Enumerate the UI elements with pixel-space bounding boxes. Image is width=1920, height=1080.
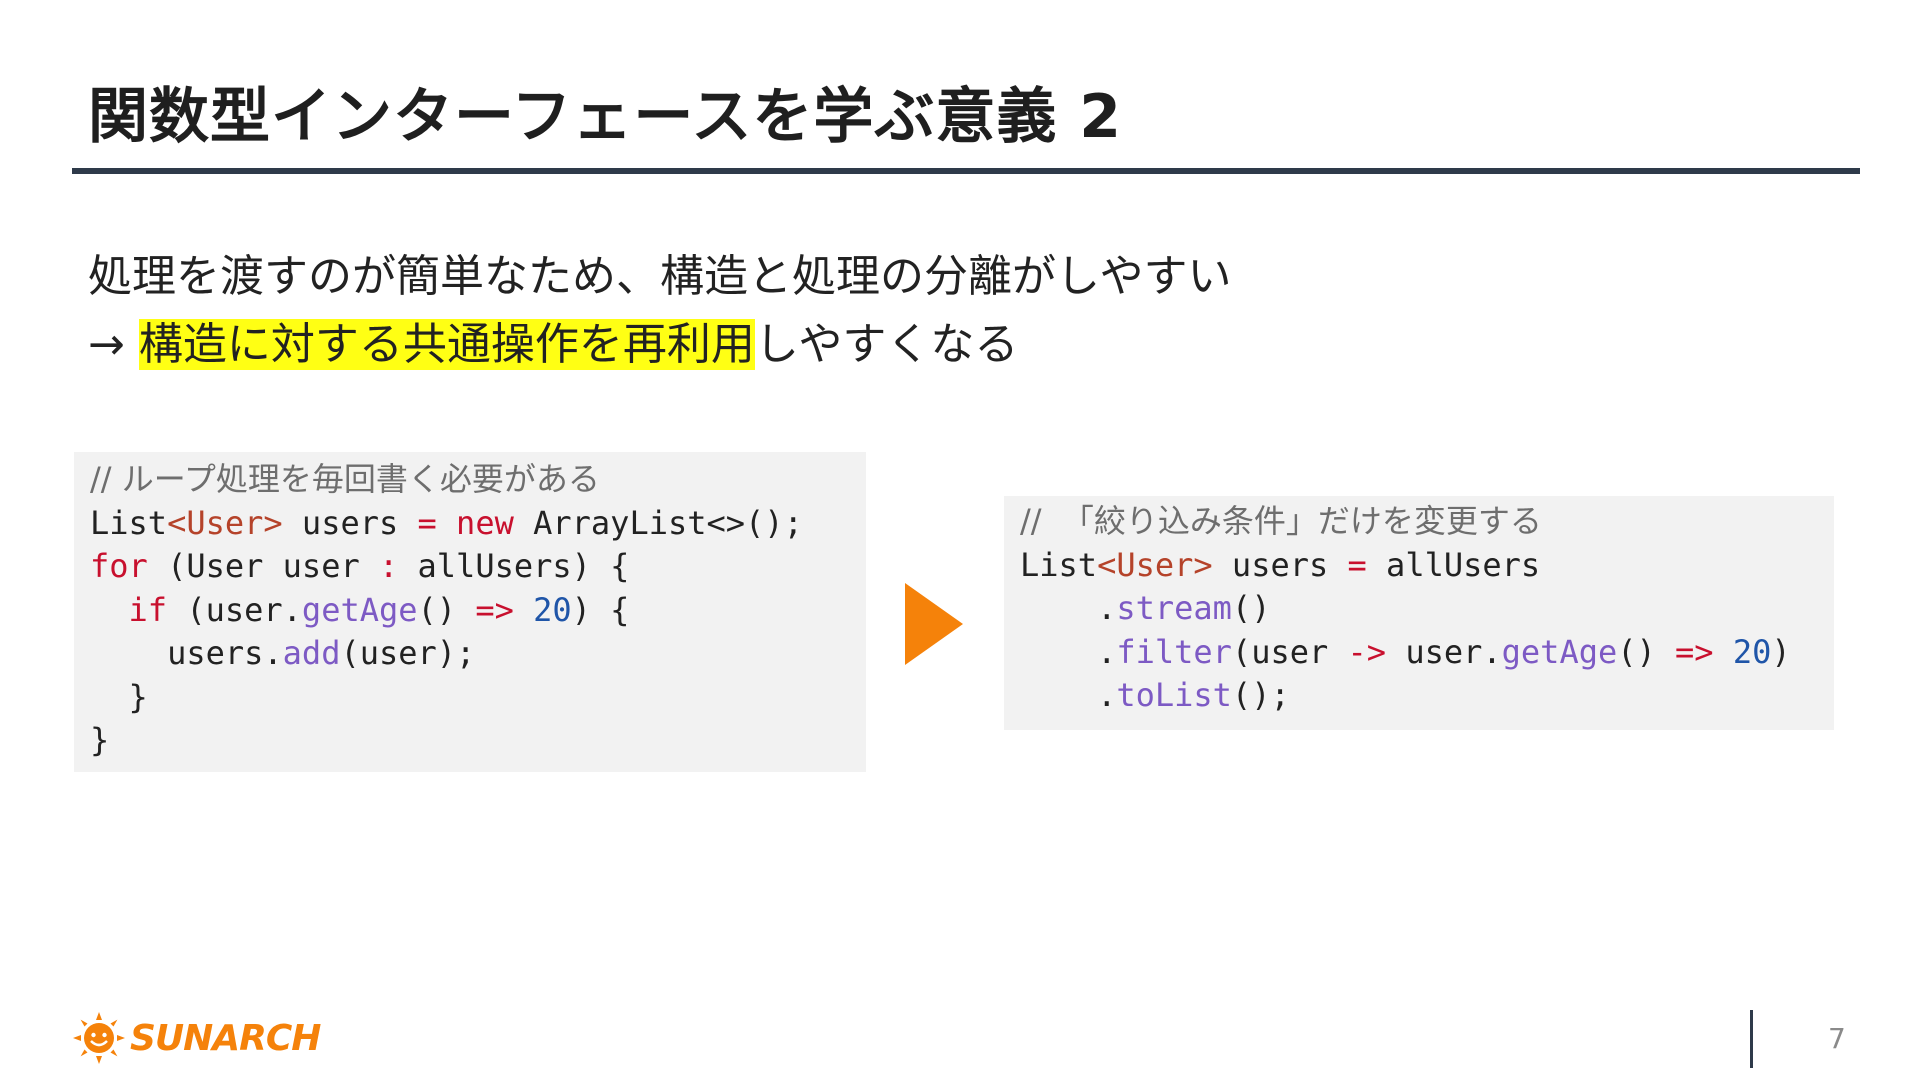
code-token: => [475, 590, 514, 629]
code-token: ArrayList<>(); [513, 503, 803, 542]
code-token: for [90, 547, 148, 585]
code-block-loop: // ループ処理を毎回書く必要がある List<User> users = ne… [74, 452, 866, 772]
code-token: () [417, 590, 476, 629]
code-token: <User> [1097, 545, 1213, 584]
code-line: List<User> users = new ArrayList<>(); [90, 502, 866, 546]
code-line: } [90, 677, 148, 716]
code-token: () [1617, 632, 1676, 671]
code-token: user. [1386, 632, 1502, 671]
lead-line-1: 処理を渡すのが簡単なため、構造と処理の分離がしやすい [88, 251, 1232, 302]
code-line: if (user.getAge() => 20) { [90, 589, 866, 633]
code-token: (user [1231, 632, 1348, 671]
code-token: -> [1347, 632, 1387, 671]
code-comment: // ループ処理を毎回書く必要がある [90, 460, 600, 498]
code-token: . [1020, 589, 1117, 627]
code-token: . [1020, 632, 1117, 671]
lead-highlight: 構造に対する共通操作を再利用 [138, 319, 755, 370]
code-token: 20 [533, 590, 572, 629]
code-token: allUsers) { [398, 547, 630, 585]
code-token: getAge [301, 590, 418, 629]
code-token: new [456, 503, 514, 542]
lead-arrow-prefix: → [88, 319, 139, 370]
code-token: <User> [167, 503, 283, 542]
code-comment: // 「絞り込み条件」だけを変更する [1020, 502, 1542, 540]
logo-wordmark: SUNARCH [130, 1017, 321, 1059]
code-line: for (User user : allUsers) { [90, 545, 866, 589]
code-token: getAge [1501, 632, 1618, 671]
code-line: users.add(user); [90, 632, 866, 676]
code-token: stream [1116, 589, 1232, 627]
sun-icon [73, 1012, 125, 1064]
lead-suffix: しやすくなる [754, 319, 1019, 370]
code-token: (user); [340, 634, 476, 672]
code-token: allUsers [1366, 545, 1541, 584]
code-token: . [1020, 676, 1117, 714]
code-token: = [1347, 545, 1367, 584]
code-token: (); [1231, 676, 1290, 714]
code-line: .filter(user -> user.getAge() => 20) [1020, 631, 1834, 675]
code-token: toList [1116, 676, 1232, 714]
title-divider [72, 168, 1860, 174]
code-token: List [1020, 545, 1098, 584]
play-triangle-icon [905, 583, 963, 665]
code-token: = [417, 503, 437, 542]
code-token: ) [1771, 632, 1791, 671]
code-token: List [90, 503, 168, 542]
footer-divider [1750, 1010, 1753, 1068]
code-token: users [282, 503, 418, 542]
lead-line-2: → 構造に対する共通操作を再利用しやすくなる [88, 308, 1018, 372]
code-token: users. [90, 634, 283, 672]
code-line: .toList(); [1020, 674, 1834, 718]
code-line: } [90, 721, 110, 759]
slide-title: 関数型インターフェースを学ぶ意義 2 [88, 82, 1123, 152]
code-token: add [282, 634, 341, 672]
page-number: 7 [1828, 1022, 1846, 1055]
code-token: ) { [571, 590, 630, 629]
code-token: (user. [167, 590, 302, 629]
sunarch-logo: SUNARCH [72, 1008, 321, 1068]
code-token: filter [1116, 632, 1232, 671]
code-line: .stream() [1020, 587, 1834, 631]
code-token: => [1675, 632, 1714, 671]
code-token: users [1212, 545, 1348, 584]
code-token: () [1231, 589, 1271, 627]
code-token: (User user [147, 547, 379, 585]
code-token: 20 [1732, 632, 1772, 671]
code-token: if [128, 590, 168, 629]
code-block-stream: // 「絞り込み条件」だけを変更する List<User> users = al… [1004, 496, 1834, 730]
code-token: : [378, 547, 399, 585]
code-line: List<User> users = allUsers [1020, 544, 1834, 588]
